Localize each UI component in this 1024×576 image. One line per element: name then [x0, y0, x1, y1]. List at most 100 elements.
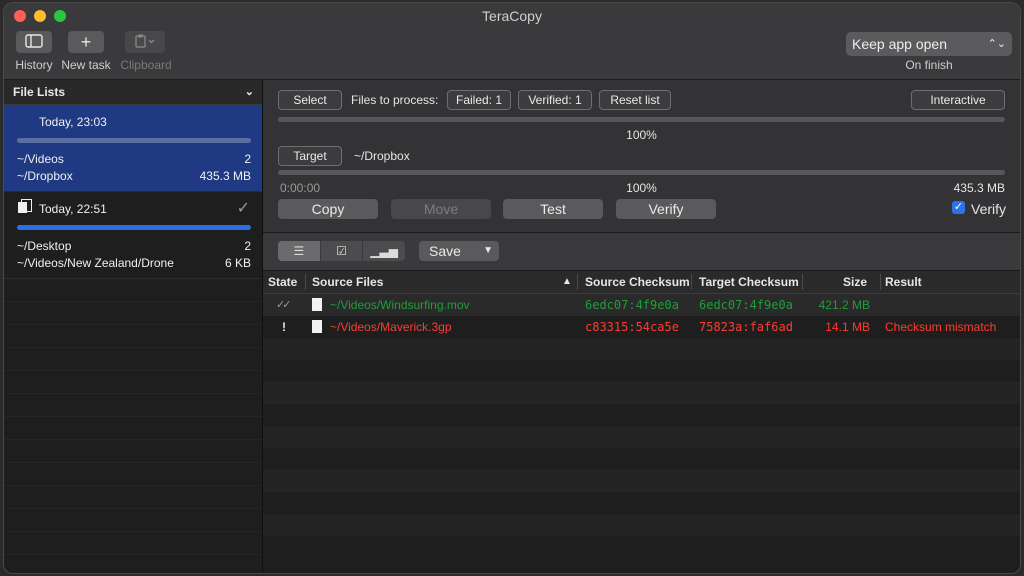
table-row[interactable]: ✓✓ ~/Videos/Windsurfing.mov 6edc07:4f9e0…: [263, 294, 1020, 316]
column-result[interactable]: Result: [885, 271, 922, 293]
empty-row: [263, 448, 1020, 470]
history-target-size: 6 KB: [224, 256, 251, 270]
history-source-count: 2: [244, 152, 251, 166]
file-table: State Source Files ▲ Source Checksum Tar…: [263, 271, 1020, 573]
history-time: Today, 23:03: [39, 115, 107, 129]
column-source-files[interactable]: Source Files: [312, 271, 383, 293]
history-item[interactable]: Today, 23:03 ~/Videos 2 ~/Dropbox 435.3 …: [4, 105, 262, 192]
history-source-count: 2: [244, 239, 251, 253]
list-view-tab[interactable]: ☰: [278, 241, 321, 261]
source-checksum: 6edc07:4f9e0a: [585, 298, 679, 312]
clipboard-icon: [134, 32, 156, 53]
sidebar-empty-row: [4, 417, 262, 440]
files-progress-percent: 100%: [626, 128, 657, 142]
sidebar-empty-row: [4, 371, 262, 394]
file-lists-title: File Lists: [13, 85, 66, 99]
table-header: State Source Files ▲ Source Checksum Tar…: [263, 271, 1020, 294]
bar-chart-icon: ▁▃▅: [370, 244, 399, 258]
history-target: ~/Videos/New Zealand/Drone: [17, 256, 174, 270]
copy-progress-percent: 100%: [626, 181, 657, 195]
save-button[interactable]: Save ▼: [419, 241, 499, 261]
new-task-button[interactable]: +: [68, 31, 104, 53]
sidebar-empty-row: [4, 509, 262, 532]
empty-row: [263, 470, 1020, 492]
history-target-row: ~/Dropbox 435.3 MB: [17, 169, 251, 183]
source-checksum: c83315:54ca5e: [585, 320, 679, 334]
sidebar-empty-row: [4, 325, 262, 348]
sidebar-empty-row: [4, 348, 262, 371]
sidebar-toggle-icon: [25, 32, 43, 53]
empty-row: [263, 404, 1020, 426]
file-size: 14.1 MB: [825, 320, 870, 334]
checklist-view-tab[interactable]: ☑: [321, 241, 364, 261]
verified-filter-button[interactable]: Verified: 1: [518, 90, 592, 110]
total-size: 435.3 MB: [953, 181, 1005, 195]
teracopy-window: TeraCopy History + New task Clipboard Ke…: [4, 3, 1020, 573]
checkmark-icon: ✓: [236, 200, 250, 217]
move-button[interactable]: Move: [391, 199, 491, 219]
copy-button[interactable]: Copy: [278, 199, 378, 219]
empty-row: [263, 382, 1020, 404]
history-target-row: ~/Videos/New Zealand/Drone 6 KB: [17, 256, 251, 270]
window-title: TeraCopy: [482, 8, 542, 24]
interactive-button[interactable]: Interactive: [911, 90, 1005, 110]
chevron-down-icon: ▼: [483, 245, 493, 256]
history-progress-bar: [17, 138, 251, 143]
source-file: ~/Videos/Maverick.3gp: [330, 320, 452, 334]
verify-button[interactable]: Verify: [616, 199, 716, 219]
target-button[interactable]: Target: [278, 146, 342, 166]
up-down-chevron-icon: ⌃⌄: [987, 38, 1006, 50]
table-row[interactable]: ! ~/Videos/Maverick.3gp c83315:54ca5e 75…: [263, 316, 1020, 338]
reset-list-button[interactable]: Reset list: [599, 90, 671, 110]
empty-row: [263, 492, 1020, 514]
history-target: ~/Dropbox: [17, 169, 73, 183]
empty-row: [263, 360, 1020, 382]
history-item[interactable]: Today, 22:51 ✓ ~/Desktop 2 ~/Videos/New …: [4, 192, 262, 279]
chevron-down-icon: ⌄: [244, 86, 254, 98]
file-size: 421.2 MB: [818, 298, 870, 312]
source-file: ~/Videos/Windsurfing.mov: [330, 298, 470, 312]
history-source-row: ~/Videos 2: [17, 152, 251, 166]
files-to-process-label: Files to process:: [351, 93, 439, 107]
control-panel: Select Files to process: Failed: 1 Verif…: [263, 80, 1020, 233]
list-toolbar: ☰ ☑ ▁▃▅ Save ▼: [263, 233, 1020, 271]
history-time: Today, 22:51: [39, 202, 107, 216]
history-source: ~/Desktop: [17, 239, 72, 253]
verified-state-icon: ✓✓: [276, 299, 292, 311]
sidebar-empty-row: [4, 463, 262, 486]
failed-filter-button[interactable]: Failed: 1: [447, 90, 511, 110]
column-target-checksum[interactable]: Target Checksum: [699, 271, 799, 293]
sort-ascending-icon: ▲: [562, 276, 572, 287]
select-button[interactable]: Select: [278, 90, 342, 110]
copy-progress-bar: [278, 170, 1005, 175]
history-source: ~/Videos: [17, 152, 64, 166]
history-target-size: 435.3 MB: [199, 169, 251, 183]
file-icon: [312, 320, 322, 333]
keep-app-value: Keep app open: [852, 36, 947, 52]
column-size[interactable]: Size: [843, 271, 867, 293]
target-path: ~/Dropbox: [354, 149, 410, 163]
clipboard-label: Clipboard: [120, 58, 172, 72]
sidebar-empty-row: [4, 302, 262, 325]
keep-app-select[interactable]: Keep app open ⌃⌄: [846, 32, 1012, 56]
test-button[interactable]: Test: [503, 199, 603, 219]
empty-row: [263, 514, 1020, 536]
verify-checkbox[interactable]: ✓: [952, 201, 965, 214]
empty-row: [263, 338, 1020, 360]
table-body: ✓✓ ~/Videos/Windsurfing.mov 6edc07:4f9e0…: [263, 294, 1020, 558]
sidebar: File Lists ⌄ Today, 23:03 ~/Videos 2 ~/D…: [4, 80, 263, 573]
column-state[interactable]: State: [268, 271, 297, 293]
history-button[interactable]: [16, 31, 52, 53]
document-icon: [18, 199, 32, 213]
clipboard-button[interactable]: [125, 31, 165, 53]
checkbox-icon: ☑: [336, 244, 347, 258]
result: Checksum mismatch: [885, 320, 997, 334]
empty-row: [263, 536, 1020, 558]
chart-view-tab[interactable]: ▁▃▅: [363, 241, 405, 261]
sidebar-empty-row: [4, 440, 262, 463]
column-source-checksum[interactable]: Source Checksum: [585, 271, 690, 293]
target-checksum: 75823a:faf6ad: [699, 320, 793, 334]
sidebar-empty-row: [4, 532, 262, 555]
target-checksum: 6edc07:4f9e0a: [699, 298, 793, 312]
file-lists-header[interactable]: File Lists ⌄: [4, 80, 262, 105]
